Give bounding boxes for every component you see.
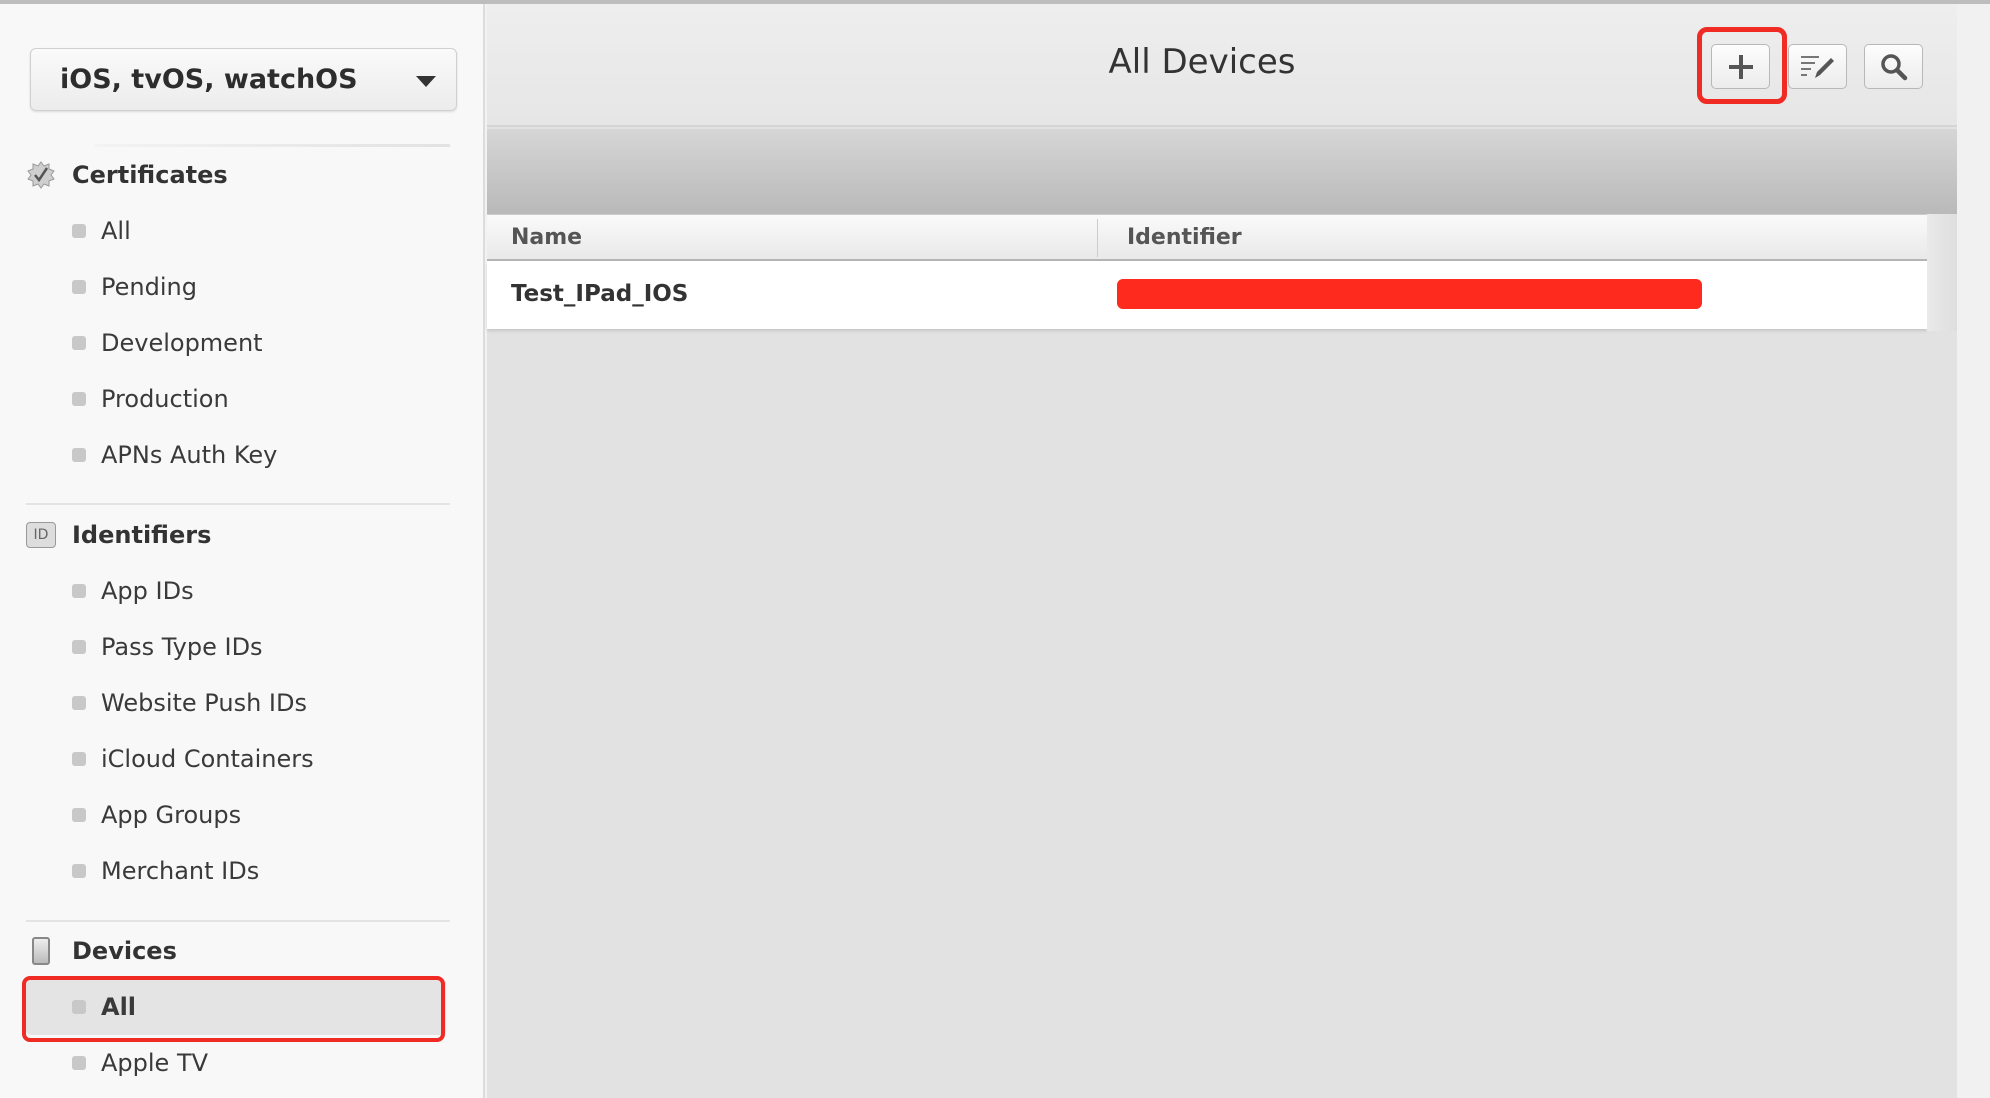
section-devices[interactable]: Devices xyxy=(26,931,177,971)
column-header-name[interactable]: Name xyxy=(511,225,582,250)
divider xyxy=(26,503,450,505)
bullet-icon xyxy=(72,280,86,294)
section-label: Certificates xyxy=(72,161,228,189)
sidebar-item-production[interactable]: Production xyxy=(72,379,229,419)
redacted-identifier xyxy=(1117,279,1702,309)
item-label: App Groups xyxy=(101,801,242,829)
item-label: Merchant IDs xyxy=(101,857,260,885)
item-label: All xyxy=(101,217,131,245)
column-header-identifier[interactable]: Identifier xyxy=(1127,225,1242,250)
divider xyxy=(26,920,450,922)
divider xyxy=(95,144,450,147)
window-edge xyxy=(1957,4,1990,1098)
section-identifiers[interactable]: ID Identifiers xyxy=(26,515,211,555)
item-label: App IDs xyxy=(101,577,194,605)
section-label: Devices xyxy=(72,937,177,965)
sidebar-item-certificates-all[interactable]: All xyxy=(72,211,131,251)
item-label: Pass Type IDs xyxy=(101,633,263,661)
sidebar-item-development[interactable]: Development xyxy=(72,323,263,363)
table-row[interactable]: Test_IPad_IOS xyxy=(487,261,1927,329)
bullet-icon xyxy=(72,584,86,598)
bullet-icon xyxy=(72,392,86,406)
item-label: Apple TV xyxy=(101,1049,209,1077)
header: All Devices xyxy=(487,4,1957,127)
page-title: All Devices xyxy=(1108,42,1296,82)
item-label: Website Push IDs xyxy=(101,689,307,717)
sidebar-item-pass-type-ids[interactable]: Pass Type IDs xyxy=(72,627,263,667)
scrollbar[interactable] xyxy=(1927,214,1957,331)
platform-dropdown-value: iOS, tvOS, watchOS xyxy=(60,64,358,95)
column-divider[interactable] xyxy=(1097,219,1098,257)
devices-table: Name Identifier Test_IPad_IOS xyxy=(487,214,1927,329)
sidebar-item-apple-tv[interactable]: Apple TV xyxy=(72,1043,208,1083)
item-label: iCloud Containers xyxy=(101,745,314,773)
bullet-icon xyxy=(72,1056,86,1070)
bullet-icon xyxy=(72,696,86,710)
device-name: Test_IPad_IOS xyxy=(511,281,689,307)
sidebar-item-pending[interactable]: Pending xyxy=(72,267,197,307)
sidebar-item-icloud-containers[interactable]: iCloud Containers xyxy=(72,739,314,779)
plus-icon xyxy=(1728,54,1753,79)
platform-dropdown[interactable]: iOS, tvOS, watchOS xyxy=(30,48,457,111)
section-certificates[interactable]: Certificates xyxy=(26,155,228,195)
id-icon: ID xyxy=(26,520,56,550)
section-label: Identifiers xyxy=(72,521,212,549)
add-button[interactable] xyxy=(1711,44,1770,89)
toolbar-band xyxy=(487,129,1957,214)
edit-button[interactable] xyxy=(1788,44,1847,89)
item-label: Production xyxy=(101,385,229,413)
sidebar-item-apns-auth-key[interactable]: APNs Auth Key xyxy=(72,435,277,475)
item-label: Development xyxy=(101,329,263,357)
bullet-icon xyxy=(72,336,86,350)
search-icon xyxy=(1880,53,1907,80)
bullet-icon xyxy=(72,808,86,822)
bullet-icon xyxy=(72,752,86,766)
bullet-icon xyxy=(72,448,86,462)
edit-list-icon xyxy=(1800,55,1834,78)
sidebar: iOS, tvOS, watchOS Certificates All Pend… xyxy=(0,4,485,1098)
search-button[interactable] xyxy=(1864,44,1923,89)
device-icon xyxy=(26,936,56,966)
sidebar-item-app-ids[interactable]: App IDs xyxy=(72,571,194,611)
sidebar-item-website-push-ids[interactable]: Website Push IDs xyxy=(72,683,307,723)
bullet-icon xyxy=(72,640,86,654)
sidebar-item-app-groups[interactable]: App Groups xyxy=(72,795,241,835)
bullet-icon xyxy=(72,864,86,878)
item-label: Pending xyxy=(101,273,197,301)
bullet-icon xyxy=(72,224,86,238)
sidebar-item-devices-all[interactable]: All xyxy=(26,979,446,1035)
chevron-down-icon xyxy=(416,76,436,87)
bullet-icon xyxy=(72,1000,86,1014)
sidebar-item-merchant-ids[interactable]: Merchant IDs xyxy=(72,851,259,891)
table-header: Name Identifier xyxy=(487,214,1927,261)
certificate-badge-icon xyxy=(26,160,56,190)
main-panel: All Devices Name Identifier Test_IPad_IO… xyxy=(487,4,1957,1098)
item-label: All xyxy=(101,993,137,1021)
item-label: APNs Auth Key xyxy=(101,441,278,469)
